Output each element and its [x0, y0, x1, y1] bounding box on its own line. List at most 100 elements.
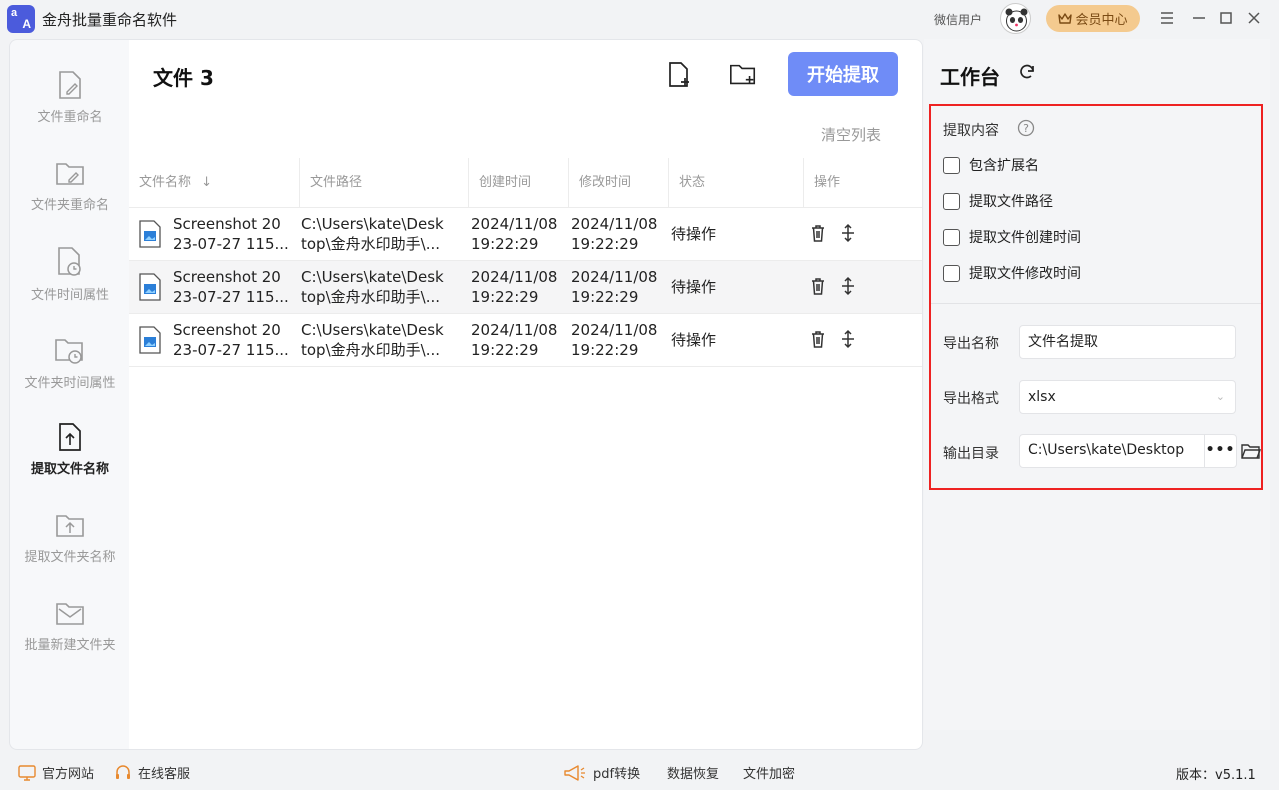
- sort-arrow-icon[interactable]: ↓: [201, 175, 212, 190]
- delete-icon[interactable]: [808, 276, 828, 296]
- monitor-icon: [18, 764, 36, 781]
- sidebar-item-extract-file-name[interactable]: 提取文件名称: [10, 422, 130, 502]
- clear-list-button[interactable]: 清空列表: [821, 124, 881, 145]
- close-icon[interactable]: [1245, 9, 1263, 27]
- sidebar-nav: 文件重命名 文件夹重命名 文件时间属性 文件夹时间属性 提取文件名称 提取文件夹…: [9, 39, 129, 750]
- created-time: 19:22:29: [471, 341, 539, 359]
- browse-more-button[interactable]: •••: [1204, 435, 1236, 467]
- pdf-convert-link[interactable]: pdf转换: [563, 763, 640, 782]
- file-path-cell: C:\Users\kate\Desk top\金舟水印助手\...: [301, 320, 444, 360]
- file-name-line: 23-07-27 115...: [173, 341, 289, 359]
- user-label[interactable]: 微信用户: [934, 11, 982, 28]
- move-icon[interactable]: [838, 276, 858, 296]
- checkbox[interactable]: [943, 192, 960, 210]
- add-folder-icon[interactable]: [728, 60, 758, 90]
- created-date: 2024/11/08: [471, 215, 558, 233]
- delete-icon[interactable]: [808, 223, 828, 243]
- created-date: 2024/11/08: [471, 268, 558, 286]
- version-label: 版本：v5.1.1: [1176, 768, 1256, 783]
- sidebar-item-file-rename[interactable]: 文件重命名: [10, 70, 130, 150]
- move-icon[interactable]: [838, 223, 858, 243]
- file-name-cell: Screenshot 20 23-07-27 115...: [173, 214, 313, 254]
- export-name-input[interactable]: 文件名提取: [1019, 325, 1236, 359]
- file-clock-icon: [58, 247, 81, 276]
- column-header-name[interactable]: 文件名称 ↓: [129, 158, 299, 208]
- sidebar-item-label: 文件重命名: [37, 110, 103, 125]
- extract-content-label: 提取内容: [943, 123, 999, 139]
- app-logo: a A: [7, 5, 35, 33]
- option-extract-path[interactable]: 提取文件路径: [943, 190, 1053, 212]
- sidebar-item-extract-folder-name[interactable]: 提取文件夹名称: [10, 510, 130, 590]
- refresh-icon[interactable]: [1018, 63, 1036, 81]
- open-folder-icon[interactable]: [1241, 442, 1261, 460]
- column-header-label: 文件名称: [139, 175, 192, 190]
- online-support-link[interactable]: 在线客服: [114, 763, 190, 782]
- move-icon[interactable]: [838, 329, 858, 349]
- option-extract-modified-time[interactable]: 提取文件修改时间: [943, 262, 1081, 284]
- data-recovery-link[interactable]: 数据恢复: [667, 763, 719, 782]
- minimize-icon[interactable]: [1190, 9, 1208, 27]
- export-format-value: xlsx: [1028, 389, 1056, 405]
- modified-time: 19:22:29: [571, 341, 639, 359]
- mail-folder-icon: [56, 603, 84, 625]
- start-extract-button[interactable]: 开始提取: [788, 52, 898, 96]
- file-path-line: top\金舟水印助手\...: [301, 341, 440, 359]
- workspace-panel: 工作台 提取内容 ? 包含扩展名 提取文件路径 提取文件创建时间 提取文件修改时…: [924, 39, 1270, 730]
- modified-date: 2024/11/08: [571, 321, 658, 339]
- help-icon[interactable]: ?: [1017, 119, 1035, 137]
- svg-text:?: ?: [1023, 122, 1029, 135]
- checkbox[interactable]: [943, 228, 960, 246]
- column-header-actions: 操作: [803, 158, 923, 208]
- option-label: 包含扩展名: [969, 158, 1039, 174]
- table-row[interactable]: Screenshot 20 23-07-27 115... C:\Users\k…: [129, 261, 922, 314]
- table-row[interactable]: Screenshot 20 23-07-27 115... C:\Users\k…: [129, 314, 922, 367]
- file-name-cell: Screenshot 20 23-07-27 115...: [173, 320, 313, 360]
- sidebar-item-folder-rename[interactable]: 文件夹重命名: [10, 158, 130, 238]
- file-name-line: Screenshot 20: [173, 215, 281, 233]
- maximize-icon[interactable]: [1217, 9, 1235, 27]
- sidebar-item-folder-time[interactable]: 文件夹时间属性: [10, 334, 130, 414]
- file-name-line: 23-07-27 115...: [173, 235, 289, 253]
- option-label: 提取文件路径: [969, 194, 1053, 210]
- add-file-icon[interactable]: [665, 60, 695, 90]
- sidebar-item-batch-new-folder[interactable]: 批量新建文件夹: [10, 598, 130, 678]
- main-panel: 文件 3 开始提取 清空列表 文件名称 ↓ 文件路径 创建时间 修改时间 状态 …: [129, 39, 923, 750]
- created-time-cell: 2024/11/08 19:22:29: [471, 320, 557, 360]
- option-extract-created-time[interactable]: 提取文件创建时间: [943, 226, 1081, 248]
- created-time: 19:22:29: [471, 235, 539, 253]
- sidebar-item-label: 提取文件名称: [30, 462, 109, 477]
- file-name-line: Screenshot 20: [173, 268, 281, 286]
- modified-time-cell: 2024/11/08 19:22:29: [571, 320, 657, 360]
- avatar[interactable]: [1000, 3, 1031, 34]
- vip-center-button[interactable]: 会员中心: [1046, 5, 1140, 32]
- option-include-extension[interactable]: 包含扩展名: [943, 154, 1039, 176]
- sidebar-item-file-time[interactable]: 文件时间属性: [10, 246, 130, 326]
- file-path-line: top\金舟水印助手\...: [301, 288, 440, 306]
- divider: [931, 303, 1261, 304]
- output-dir-label: 输出目录: [943, 446, 999, 462]
- title-bar: a A 金舟批量重命名软件 微信用户 会员中心: [0, 0, 1279, 38]
- file-encrypt-link[interactable]: 文件加密: [743, 763, 795, 782]
- checkbox[interactable]: [943, 156, 960, 174]
- column-header-status: 状态: [668, 158, 803, 208]
- menu-icon[interactable]: [1158, 9, 1176, 27]
- created-date: 2024/11/08: [471, 321, 558, 339]
- table-header: 文件名称 ↓ 文件路径 创建时间 修改时间 状态 操作: [129, 158, 922, 208]
- file-path-line: C:\Users\kate\Desk: [301, 268, 444, 286]
- status-cell: 待操作: [671, 331, 717, 349]
- file-name-line: Screenshot 20: [173, 321, 281, 339]
- column-header-path: 文件路径: [299, 158, 469, 208]
- sidebar-item-label: 文件时间属性: [30, 288, 109, 303]
- app-logo-letter-large: A: [22, 17, 31, 31]
- export-format-select[interactable]: xlsx ⌄: [1019, 380, 1236, 414]
- crown-icon: [1058, 13, 1073, 24]
- output-dir-input[interactable]: C:\Users\kate\Desktop •••: [1019, 434, 1237, 468]
- official-website-link[interactable]: 官方网站: [18, 763, 94, 782]
- checkbox[interactable]: [943, 264, 960, 282]
- table-row[interactable]: Screenshot 20 23-07-27 115... C:\Users\k…: [129, 208, 922, 261]
- modified-time-cell: 2024/11/08 19:22:29: [571, 214, 657, 254]
- modified-time: 19:22:29: [571, 288, 639, 306]
- delete-icon[interactable]: [808, 329, 828, 349]
- image-file-icon: [139, 273, 161, 301]
- file-upload-icon: [59, 423, 81, 451]
